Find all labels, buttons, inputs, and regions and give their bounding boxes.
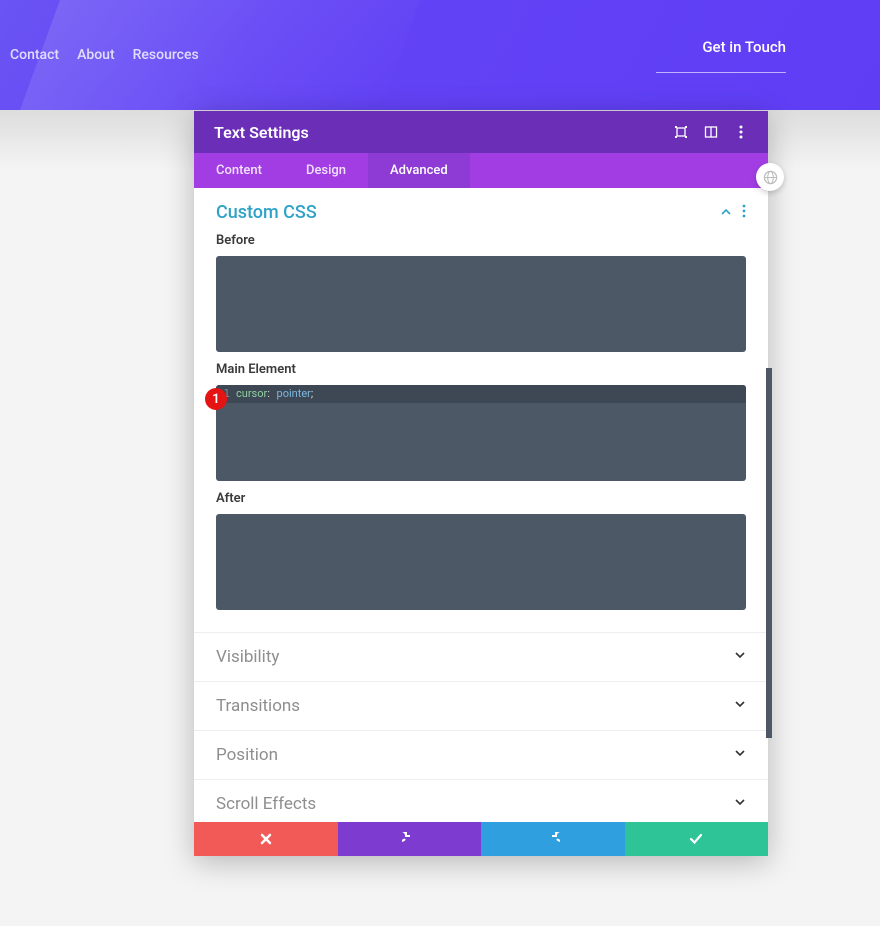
panel-title: Text Settings xyxy=(214,123,309,142)
scroll-effects-section[interactable]: Scroll Effects xyxy=(194,779,768,822)
position-section[interactable]: Position xyxy=(194,730,768,779)
before-css-input[interactable] xyxy=(216,256,746,352)
main-element-label: Main Element xyxy=(216,362,746,377)
section-heading-row: Custom CSS xyxy=(216,202,746,223)
panel-header: Text Settings xyxy=(194,111,768,153)
tab-advanced[interactable]: Advanced xyxy=(368,153,470,188)
save-button[interactable] xyxy=(625,822,769,856)
globe-icon[interactable] xyxy=(756,163,784,191)
annotation-badge: 1 xyxy=(205,388,227,410)
chevron-down-icon xyxy=(734,698,746,714)
redo-button[interactable] xyxy=(481,822,625,856)
css-semicolon: ; xyxy=(311,387,313,400)
scroll-effects-title: Scroll Effects xyxy=(216,794,316,814)
tab-design[interactable]: Design xyxy=(284,153,368,188)
before-label: Before xyxy=(216,233,746,248)
get-in-touch-link[interactable]: Get in Touch xyxy=(656,38,786,73)
undo-button[interactable] xyxy=(338,822,482,856)
tab-content[interactable]: Content xyxy=(194,153,284,188)
css-property: cursor xyxy=(236,387,267,400)
nav-contact[interactable]: Contact xyxy=(10,47,59,63)
css-value: pointer xyxy=(277,387,311,400)
main-element-css-input[interactable]: 1 cursor: pointer; xyxy=(216,385,746,481)
chevron-down-icon xyxy=(734,649,746,665)
section-heading-icons xyxy=(720,203,746,222)
transitions-title: Transitions xyxy=(216,696,300,716)
top-banner: Contact About Resources Get in Touch xyxy=(0,0,880,110)
visibility-title: Visibility xyxy=(216,647,279,667)
nav-about[interactable]: About xyxy=(77,47,115,63)
nav-resources[interactable]: Resources xyxy=(133,47,199,63)
panel-body: Custom CSS Before Main Element 1 cu xyxy=(194,188,768,822)
chevron-down-icon xyxy=(734,796,746,812)
collapse-icon[interactable] xyxy=(720,203,732,222)
code-content: cursor: pointer; xyxy=(236,385,313,403)
transitions-section[interactable]: Transitions xyxy=(194,681,768,730)
nav-left: Contact About Resources xyxy=(10,47,199,63)
custom-css-section: Custom CSS Before Main Element 1 cu xyxy=(194,188,768,632)
position-title: Position xyxy=(216,745,278,765)
cta-wrap: Get in Touch xyxy=(656,37,870,73)
split-view-icon[interactable] xyxy=(704,125,718,139)
expand-icon[interactable] xyxy=(674,125,688,139)
chevron-down-icon xyxy=(734,747,746,763)
cancel-button[interactable] xyxy=(194,822,338,856)
section-kebab-icon[interactable] xyxy=(742,203,746,222)
side-strip xyxy=(766,368,772,738)
settings-tabs: Content Design Advanced xyxy=(194,153,768,188)
code-line: 1 cursor: pointer; xyxy=(216,385,746,403)
panel-footer xyxy=(194,822,768,856)
kebab-menu-icon[interactable] xyxy=(734,125,748,139)
custom-css-heading: Custom CSS xyxy=(216,202,317,223)
panel-header-icons xyxy=(674,125,748,139)
settings-panel: Text Settings Content Design Advanced Cu… xyxy=(194,111,768,856)
css-colon: : xyxy=(267,387,270,400)
after-css-input[interactable] xyxy=(216,514,746,610)
after-label: After xyxy=(216,491,746,506)
visibility-section[interactable]: Visibility xyxy=(194,632,768,681)
